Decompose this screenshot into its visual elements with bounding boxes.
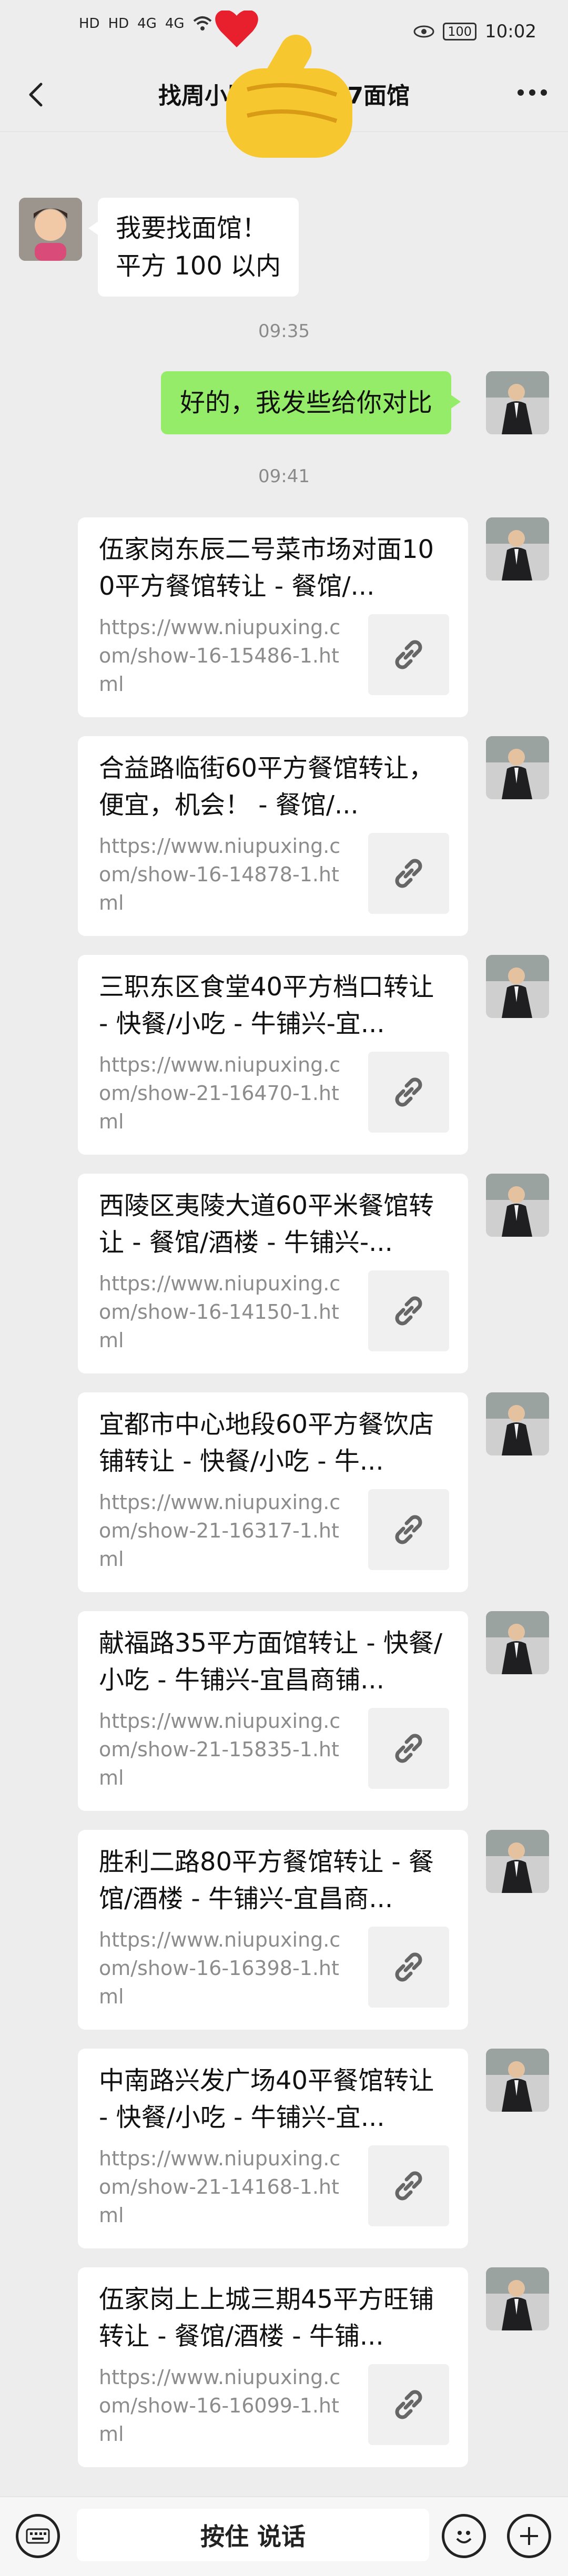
outgoing-message[interactable]: 好的，我发些给你对比 bbox=[161, 371, 461, 434]
link-card-url: https://www.niupuxing.com/show-16-15486-… bbox=[99, 616, 341, 696]
link-card[interactable]: 中南路兴发广场40平餐馆转让 - 快餐/小吃 - 牛铺兴-宜... https:/… bbox=[78, 2049, 468, 2248]
link-card-url: https://www.niupuxing.com/show-21-15835-… bbox=[99, 1709, 341, 1789]
link-card-title: 伍家岗上上城三期45平方旺铺转让 - 餐馆/酒楼 - 牛铺... bbox=[99, 2285, 434, 2351]
my-avatar[interactable] bbox=[486, 2049, 549, 2112]
link-card[interactable]: 伍家岗上上城三期45平方旺铺转让 - 餐馆/酒楼 - 牛铺... https://… bbox=[78, 2267, 468, 2467]
link-card-title: 宜都市中心地段60平方餐饮店铺转让 - 快餐/小吃 - 牛... bbox=[99, 1410, 434, 1476]
signal-label-3: 4G bbox=[137, 16, 157, 32]
incoming-message[interactable]: 我要找面馆！ 平方 100 以内 bbox=[88, 198, 299, 297]
my-avatar[interactable] bbox=[486, 517, 549, 581]
link-icon bbox=[368, 1489, 449, 1570]
link-card-url: https://www.niupuxing.com/show-21-14168-… bbox=[99, 2147, 341, 2227]
my-avatar[interactable] bbox=[486, 2267, 549, 2330]
back-icon[interactable] bbox=[21, 79, 53, 110]
link-card-title: 胜利二路80平方餐馆转让 - 餐馆/酒楼 - 牛铺兴-宜昌商... bbox=[99, 1847, 434, 1913]
my-avatar[interactable] bbox=[486, 1174, 549, 1237]
link-card-title: 三职东区食堂40平方档口转让 - 快餐/小吃 - 牛铺兴-宜... bbox=[99, 972, 434, 1038]
link-card-title: 合益路临街60平方餐馆转让，便宜，机会！ - 餐馆/... bbox=[99, 754, 434, 820]
my-avatar[interactable] bbox=[486, 955, 549, 1018]
eye-icon bbox=[413, 25, 434, 38]
finger-heart-emoji bbox=[215, 11, 352, 158]
link-card-url: https://www.niupuxing.com/show-16-16398-… bbox=[99, 1928, 341, 2008]
keyboard-icon[interactable] bbox=[16, 2514, 60, 2558]
link-card-title: 伍家岗东辰二号菜市场对面100平方餐馆转让 - 餐馆/... bbox=[99, 535, 434, 601]
link-card[interactable]: 宜都市中心地段60平方餐饮店铺转让 - 快餐/小吃 - 牛... https://… bbox=[78, 1392, 468, 1592]
my-avatar[interactable] bbox=[486, 736, 549, 799]
link-card-title: 中南路兴发广场40平餐馆转让 - 快餐/小吃 - 牛铺兴-宜... bbox=[99, 2066, 434, 2132]
plus-icon[interactable] bbox=[507, 2514, 551, 2558]
battery-indicator: 100 bbox=[443, 23, 477, 40]
link-card-url: https://www.niupuxing.com/show-16-16099-… bbox=[99, 2366, 341, 2446]
link-card[interactable]: 西陵区夷陵大道60平米餐馆转让 - 餐馆/酒楼 - 牛铺兴-... https:/… bbox=[78, 1174, 468, 1373]
link-icon bbox=[368, 833, 449, 914]
contact-avatar[interactable] bbox=[19, 198, 82, 261]
incoming-message-line-2: 平方 100 以内 bbox=[116, 251, 281, 281]
signal-indicators: HD HD 4G 4G bbox=[79, 16, 212, 32]
signal-label-1: HD bbox=[79, 16, 100, 32]
timestamp: 09:35 bbox=[258, 321, 310, 342]
my-avatar[interactable] bbox=[486, 371, 549, 434]
emoji-icon[interactable] bbox=[442, 2514, 486, 2558]
incoming-message-line-1: 我要找面馆！ bbox=[116, 213, 268, 243]
link-icon bbox=[368, 1270, 449, 1351]
timestamp: 09:41 bbox=[258, 466, 310, 487]
link-icon bbox=[368, 1708, 449, 1789]
link-card-title: 献福路35平方面馆转让 - 快餐/小吃 - 牛铺兴-宜昌商铺... bbox=[99, 1628, 443, 1695]
link-icon bbox=[368, 2145, 449, 2226]
my-avatar[interactable] bbox=[486, 1830, 549, 1893]
link-icon bbox=[368, 2364, 449, 2445]
link-card[interactable]: 三职东区食堂40平方档口转让 - 快餐/小吃 - 牛铺兴-宜... https:/… bbox=[78, 955, 468, 1155]
link-icon bbox=[368, 614, 449, 695]
link-card[interactable]: 胜利二路80平方餐馆转让 - 餐馆/酒楼 - 牛铺兴-宜昌商... https:/… bbox=[78, 1830, 468, 2030]
hold-to-talk-button[interactable]: 按住 说话 bbox=[77, 2509, 429, 2561]
status-time: 10:02 bbox=[485, 21, 536, 42]
input-bar: 按住 说话 bbox=[0, 2497, 568, 2576]
link-card-url: https://www.niupuxing.com/show-16-14878-… bbox=[99, 834, 341, 914]
signal-label-2: HD bbox=[108, 16, 129, 32]
status-right: 100 10:02 bbox=[413, 21, 536, 42]
signal-label-4: 4G bbox=[165, 16, 185, 32]
link-card-url: https://www.niupuxing.com/show-21-16470-… bbox=[99, 1053, 341, 1133]
link-icon bbox=[368, 1052, 449, 1133]
link-card-url: https://www.niupuxing.com/show-16-14150-… bbox=[99, 1272, 341, 1352]
link-card-url: https://www.niupuxing.com/show-21-16317-… bbox=[99, 1491, 341, 1571]
my-avatar[interactable] bbox=[486, 1392, 549, 1455]
more-icon[interactable] bbox=[518, 89, 547, 96]
link-card[interactable]: 合益路临街60平方餐馆转让，便宜，机会！ - 餐馆/... https://www… bbox=[78, 736, 468, 936]
my-avatar[interactable] bbox=[486, 1611, 549, 1674]
link-card-title: 西陵区夷陵大道60平米餐馆转让 - 餐馆/酒楼 - 牛铺兴-... bbox=[99, 1191, 434, 1257]
link-card[interactable]: 伍家岗东辰二号菜市场对面100平方餐馆转让 - 餐馆/... https://ww… bbox=[78, 517, 468, 717]
link-card[interactable]: 献福路35平方面馆转让 - 快餐/小吃 - 牛铺兴-宜昌商铺... https:/… bbox=[78, 1611, 468, 1811]
link-icon bbox=[368, 1927, 449, 2008]
